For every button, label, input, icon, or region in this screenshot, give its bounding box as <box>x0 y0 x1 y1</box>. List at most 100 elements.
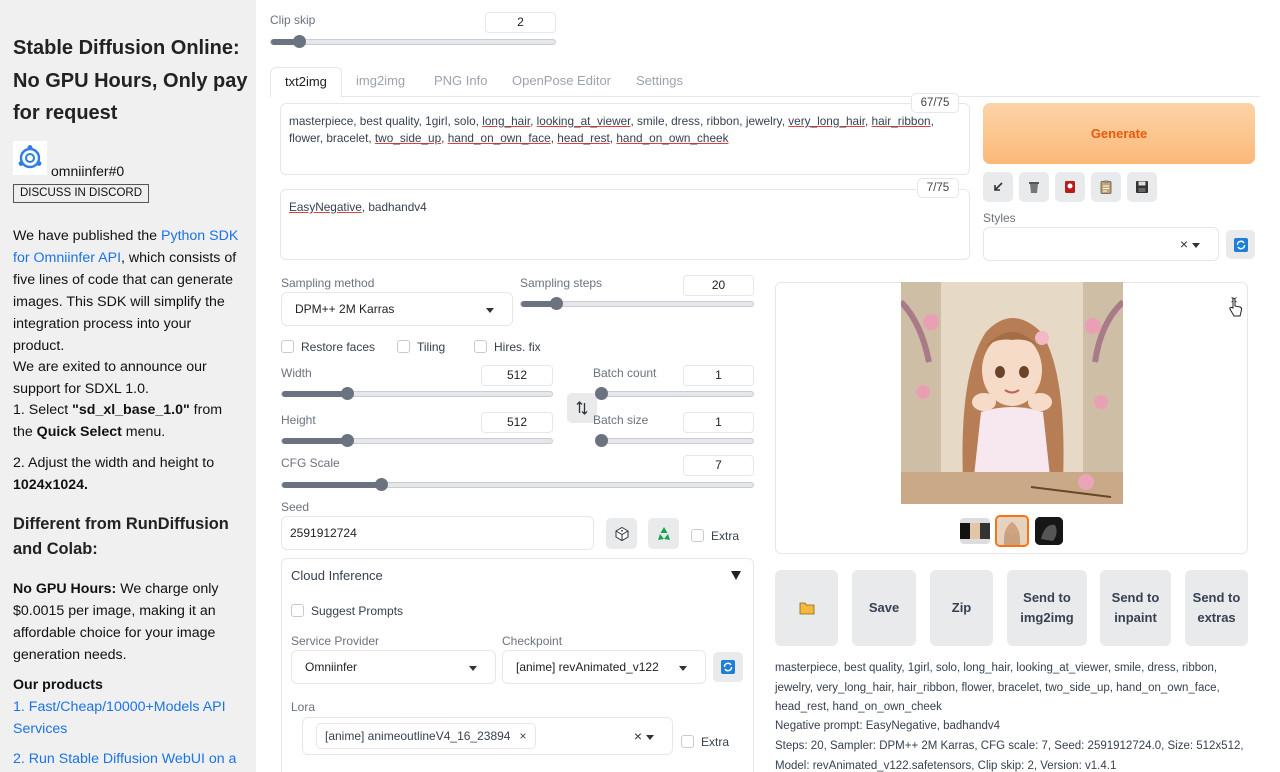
clip-skip-handle[interactable] <box>293 35 307 48</box>
sidebar: Stable Diffusion Online: No GPU Hours, O… <box>0 0 256 772</box>
apply-style-button[interactable] <box>1091 172 1121 202</box>
sampling-method-label: Sampling method <box>281 276 375 290</box>
sampling-steps-handle[interactable] <box>549 297 563 310</box>
batch-count-label: Batch count <box>593 366 657 380</box>
clear-x-icon[interactable]: × <box>634 720 642 752</box>
negative-prompt-textarea[interactable]: EasyNegative, badhandv4 <box>280 189 970 260</box>
negative-token: EasyNegative <box>289 200 362 214</box>
chevron-down-icon <box>469 666 477 671</box>
product-link-api[interactable]: 1. Fast/Cheap/10000+Models API Services <box>13 696 245 740</box>
clip-skip-input[interactable]: 2 <box>485 12 556 33</box>
send-to-extras-button[interactable]: Send to extras <box>1185 570 1248 646</box>
hires-fix-checkbox[interactable] <box>474 340 487 353</box>
tab-png-info[interactable]: PNG Info <box>420 67 501 97</box>
show-extra-networks-button[interactable] <box>1055 172 1085 202</box>
refresh-checkpoint-button[interactable] <box>713 652 743 682</box>
checkpoint-dropdown[interactable]: [anime] revAnimated_v122 <box>502 650 706 684</box>
tab-bar: txt2img img2img PNG Info OpenPose Editor… <box>270 67 1260 98</box>
chevron-down-icon <box>486 308 494 313</box>
height-input[interactable]: 512 <box>481 412 553 433</box>
styles-dropdown[interactable]: × <box>983 227 1219 261</box>
collapse-triangle-icon[interactable] <box>731 571 741 580</box>
restore-faces-checkbox[interactable] <box>281 340 294 353</box>
cloud-inference-title[interactable]: Cloud Inference <box>291 568 383 583</box>
random-seed-button[interactable] <box>606 518 637 549</box>
height-handle[interactable] <box>340 434 354 447</box>
remove-tag-x-icon[interactable]: × <box>519 729 526 743</box>
sampling-method-value: DPM++ 2M Karras <box>295 302 395 316</box>
cfg-scale-handle[interactable] <box>374 478 388 491</box>
step1-menu: Quick Select <box>36 424 122 440</box>
prompt-token: , smile, dress, ribbon, jewelry, <box>630 114 789 128</box>
height-slider[interactable] <box>281 434 553 447</box>
mouse-pointer-icon <box>1229 297 1243 322</box>
cfg-scale-input[interactable]: 7 <box>683 455 754 476</box>
restore-faces-label: Restore faces <box>301 340 376 354</box>
anime-girl-image-icon <box>901 282 1123 504</box>
step2-prefix: 2. Adjust the width and height to <box>13 455 215 471</box>
service-provider-dropdown[interactable]: Omniinfer <box>291 650 496 684</box>
gallery-thumb-grid[interactable] <box>960 518 990 544</box>
zip-button[interactable]: Zip <box>930 570 993 646</box>
tab-settings[interactable]: Settings <box>622 67 697 97</box>
width-handle[interactable] <box>340 387 354 400</box>
send-to-inpaint-button[interactable]: Send to inpaint <box>1100 570 1171 646</box>
seed-input[interactable]: 2591912724 <box>281 516 594 550</box>
refresh-icon <box>721 660 735 674</box>
lora-extra-checkbox[interactable] <box>681 735 694 748</box>
negative-token: , badhandv4 <box>361 200 427 214</box>
generated-image[interactable] <box>901 282 1123 504</box>
width-input[interactable]: 512 <box>481 365 553 386</box>
swap-vertical-icon <box>576 401 588 415</box>
products-heading: Our products <box>13 677 103 693</box>
clear-x-icon[interactable]: × <box>1180 228 1188 260</box>
seed-extra-checkbox[interactable] <box>691 529 704 542</box>
save-style-button[interactable] <box>1127 172 1157 202</box>
tiling-checkbox[interactable] <box>397 340 410 353</box>
tab-img2img[interactable]: img2img <box>342 67 419 97</box>
prompt-token: very_long_hair <box>788 114 865 128</box>
lora-dropdown[interactable]: [anime] animeoutlineV4_16_23894 × × <box>302 717 673 755</box>
sampling-method-dropdown[interactable]: DPM++ 2M Karras <box>281 292 513 326</box>
width-slider[interactable] <box>281 387 553 400</box>
tiling-label: Tiling <box>417 340 446 354</box>
girl-thumbnail-icon <box>997 517 1027 545</box>
batch-size-input[interactable]: 1 <box>683 412 754 433</box>
seed-label: Seed <box>281 500 310 514</box>
read-params-button[interactable] <box>983 172 1013 202</box>
open-folder-button[interactable] <box>775 570 838 646</box>
suggest-prompts-checkbox[interactable] <box>291 604 304 617</box>
cfg-scale-slider[interactable] <box>281 478 754 491</box>
product-link-webui[interactable]: 2. Run Stable Diffusion WebUI on a <box>13 748 245 770</box>
batch-count-input[interactable]: 1 <box>683 365 754 386</box>
prompt-textarea[interactable]: masterpiece, best quality, 1girl, solo, … <box>280 103 970 175</box>
batch-size-handle[interactable] <box>595 434 608 447</box>
sdxl-step-2: 2. Adjust the width and height to 1024x1… <box>13 452 245 496</box>
refresh-styles-button[interactable] <box>1226 230 1255 259</box>
batch-count-handle[interactable] <box>595 387 608 400</box>
gallery-thumb-selected[interactable] <box>995 515 1029 547</box>
batch-size-slider[interactable] <box>595 434 754 447</box>
sampling-steps-slider[interactable] <box>520 297 754 310</box>
chevron-down-icon <box>679 666 687 671</box>
tab-txt2img[interactable]: txt2img <box>270 67 342 98</box>
dice-icon <box>615 526 628 541</box>
clip-skip-slider[interactable] <box>270 35 556 48</box>
lora-label: Lora <box>291 700 316 714</box>
prompt-token: hair_ribbon <box>871 114 931 128</box>
step2-size: 1024x1024. <box>13 477 88 493</box>
gallery-thumb-dark[interactable] <box>1035 517 1063 545</box>
reuse-seed-button[interactable] <box>648 518 679 549</box>
lora-tag: [anime] animeoutlineV4_16_23894 × <box>316 723 536 749</box>
send-to-img2img-button[interactable]: Send to img2img <box>1007 570 1087 646</box>
save-button[interactable]: Save <box>852 570 916 646</box>
sampling-steps-input[interactable]: 20 <box>683 275 754 296</box>
generate-button[interactable]: Generate <box>983 103 1255 164</box>
tab-openpose-editor[interactable]: OpenPose Editor <box>498 67 625 97</box>
discuss-in-discord-button[interactable]: DISCUSS IN DISCORD <box>13 184 150 203</box>
prompt-token: looking_at_viewer <box>536 114 631 128</box>
clear-prompt-button[interactable] <box>1019 172 1049 202</box>
chevron-down-icon <box>1192 243 1200 248</box>
sdxl-announcement: We are exited to announce our support fo… <box>13 359 207 397</box>
batch-count-slider[interactable] <box>595 387 754 400</box>
